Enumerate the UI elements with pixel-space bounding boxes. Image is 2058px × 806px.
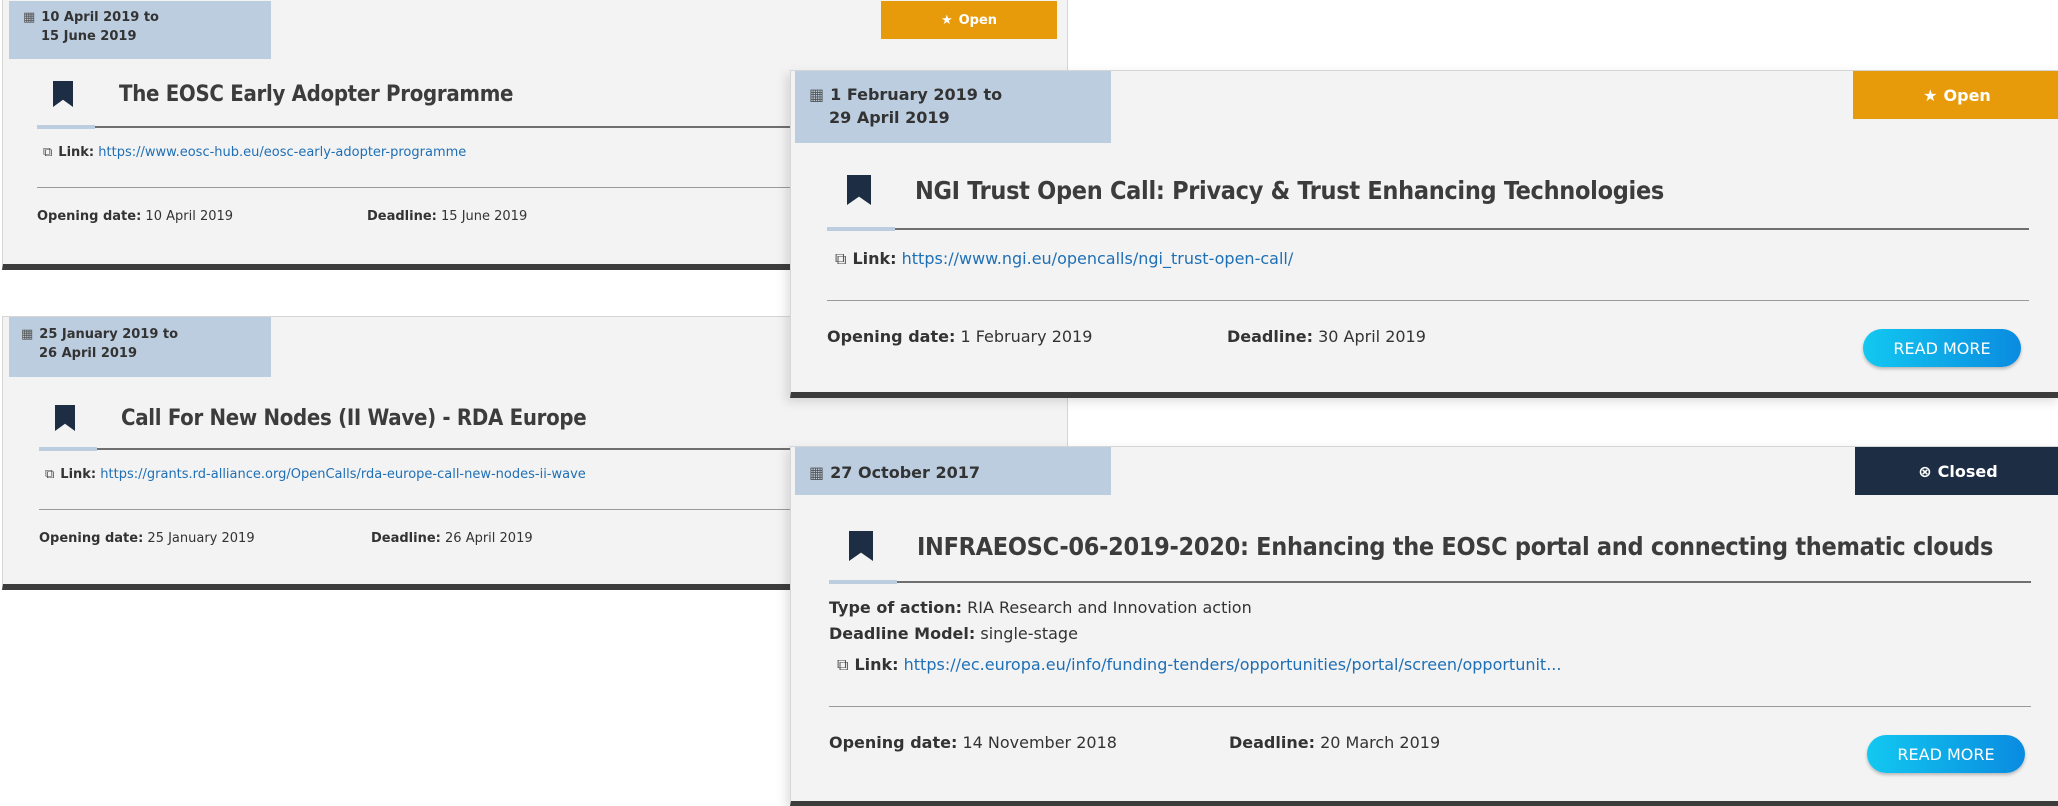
status-badge-open: ★ Open xyxy=(1853,71,2058,119)
deadline: Deadline: 30 April 2019 xyxy=(1227,327,1426,346)
date-range-box: ▦ 27 October 2017 xyxy=(795,447,1111,495)
deadline: Deadline: 20 March 2019 xyxy=(1229,733,1441,752)
call-link[interactable]: https://ec.europa.eu/info/funding-tender… xyxy=(904,655,1562,674)
deadline-model: Deadline Model: single-stage xyxy=(829,624,1078,643)
opening-date: Opening date: 1 February 2019 xyxy=(827,327,1093,346)
date-end: 29 April 2019 xyxy=(829,108,950,128)
external-link-icon: ⧉ xyxy=(43,145,53,160)
call-link[interactable]: https://www.eosc-hub.eu/eosc-early-adopt… xyxy=(98,145,466,160)
date-range-box: ▦ 25 January 2019 to 26 April 2019 xyxy=(9,317,271,377)
star-icon: ★ xyxy=(940,12,953,28)
date-start: 10 April 2019 to xyxy=(41,10,159,25)
date-start: 25 January 2019 to xyxy=(39,327,179,342)
read-more-button[interactable]: READ MORE xyxy=(1863,329,2021,367)
external-link-icon: ⧉ xyxy=(835,249,847,268)
deadline: Deadline: 15 June 2019 xyxy=(367,209,528,224)
bookmark-icon xyxy=(55,405,75,431)
link-row: ⧉ Link: https://ec.europa.eu/info/funding… xyxy=(837,655,1562,674)
type-of-action: Type of action: RIA Research and Innovat… xyxy=(829,598,1252,617)
external-link-icon: ⧉ xyxy=(45,467,55,482)
opening-date: Opening date: 14 November 2018 xyxy=(829,733,1117,752)
call-title[interactable]: The EOSC Early Adopter Programme xyxy=(119,82,513,107)
x-circle-icon: ⊗ xyxy=(1918,461,1932,481)
read-more-button[interactable]: READ MORE xyxy=(1867,735,2025,773)
link-row: ⧉ Link: https://www.eosc-hub.eu/eosc-earl… xyxy=(43,145,467,160)
status-badge-closed: ⊗ Closed xyxy=(1855,447,2058,495)
calendar-icon: ▦ xyxy=(809,85,825,104)
date-end: 15 June 2019 xyxy=(41,28,137,44)
bookmark-icon xyxy=(53,81,73,107)
status-label: Closed xyxy=(1937,461,1998,481)
call-card-ngi: ▦ 1 February 2019 to 29 April 2019 ★ Open… xyxy=(790,70,2058,398)
call-link[interactable]: https://grants.rd-alliance.org/OpenCalls… xyxy=(100,467,586,482)
calendar-icon: ▦ xyxy=(23,10,36,25)
status-label: Open xyxy=(1943,85,1991,105)
call-title[interactable]: INFRAEOSC-06-2019-2020: Enhancing the EO… xyxy=(917,532,1993,561)
status-badge-open: ★ Open xyxy=(881,1,1057,39)
date-range-box: ▦ 10 April 2019 to 15 June 2019 xyxy=(9,1,271,59)
date-start: 1 February 2019 to xyxy=(830,85,1003,104)
date-single: 27 October 2017 xyxy=(830,463,980,482)
call-title[interactable]: NGI Trust Open Call: Privacy & Trust Enh… xyxy=(915,176,1664,205)
link-row: ⧉ Link: https://grants.rd-alliance.org/Op… xyxy=(45,467,586,482)
opening-date: Opening date: 25 January 2019 xyxy=(39,531,255,546)
date-end: 26 April 2019 xyxy=(39,345,138,361)
star-icon: ★ xyxy=(1923,85,1938,105)
opening-date: Opening date: 10 April 2019 xyxy=(37,209,234,224)
bookmark-icon xyxy=(849,531,873,561)
link-row: ⧉ Link: https://www.ngi.eu/opencalls/ngi_… xyxy=(835,249,1294,268)
external-link-icon: ⧉ xyxy=(837,655,849,674)
status-label: Open xyxy=(958,12,998,28)
call-title[interactable]: Call For New Nodes (II Wave) - RDA Europ… xyxy=(121,406,587,431)
call-link[interactable]: https://www.ngi.eu/opencalls/ngi_trust-o… xyxy=(902,249,1294,268)
deadline: Deadline: 26 April 2019 xyxy=(371,531,533,546)
calendar-icon: ▦ xyxy=(21,327,34,342)
bookmark-icon xyxy=(847,175,871,205)
calendar-icon: ▦ xyxy=(809,463,825,482)
call-card-infraeosc: ▦ 27 October 2017 ⊗ Closed INFRAEOSC-06-2… xyxy=(790,446,2058,806)
date-range-box: ▦ 1 February 2019 to 29 April 2019 xyxy=(795,71,1111,143)
